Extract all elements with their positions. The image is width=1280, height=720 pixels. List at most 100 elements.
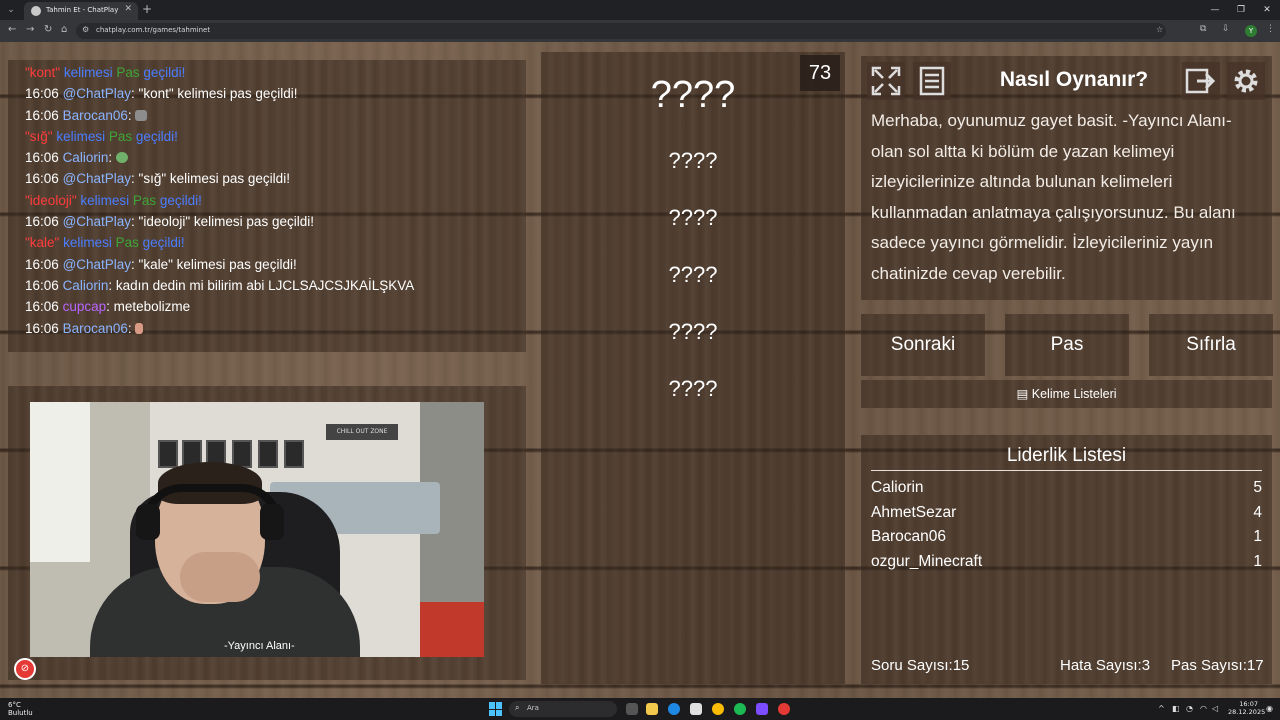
new-tab-icon[interactable]: + [142,2,152,16]
tab-close-icon[interactable]: ✕ [124,4,132,14]
chat-text: : kadın dedin mi bilirim abi LJCLSAJCSJK… [108,277,415,293]
player-score: 4 [1253,504,1262,521]
fullscreen-icon[interactable] [867,62,905,100]
settings-gear-icon[interactable] [1227,62,1265,100]
kelimesi-text: kelimesi [59,235,116,251]
site-info-icon[interactable]: ⚙ [82,25,89,34]
back-icon[interactable]: ← [8,24,16,35]
word-lists-button[interactable]: ▤ Kelime Listeleri [861,380,1272,408]
game-page: "kont" kelimesi Pas geçildi! 16:06 @Chat… [0,42,1280,698]
taskbar-search-placeholder: Ara [527,704,539,712]
question-count: Soru Sayısı:15 [871,657,969,674]
kelimesi-text: kelimesi [52,128,109,144]
url-text: chatplay.com.tr/games/tahminet [96,26,211,34]
emote-icon [115,152,128,164]
exit-icon[interactable] [1182,62,1220,100]
reset-button[interactable]: Sıfırla [1149,314,1273,376]
chrome-icon[interactable] [712,703,724,715]
pass-count: Pas Sayısı:17 [1171,657,1264,674]
record-icon[interactable]: ⊘ [14,658,36,680]
poster [284,440,304,468]
chat-line: "ideoloji" kelimesi Pas geçildi! [25,190,520,211]
weather-text: Bulutlu [8,709,33,717]
leaderboard-row: Caliorin 5 [871,479,1262,503]
taskbar-clock[interactable]: 16:07 28.12.2025 [1228,700,1265,716]
word-lists-label: Kelime Listeleri [1031,387,1117,401]
tray-app-icon[interactable]: ◧ [1172,704,1180,713]
notification-icon[interactable]: ◉ [1266,704,1273,713]
edge-icon[interactable] [668,703,680,715]
words-panel: 73 ???? ???? ???? ???? ???? ???? [541,52,845,684]
chat-username: @ChatPlay [62,171,132,187]
windows-taskbar: 6°C Bulutlu ⌕ Ara ^ ◧ ◔ ◠ ◁ 16:07 28.12.… [0,698,1280,720]
wifi-icon[interactable]: ◠ [1200,704,1207,713]
task-view-icon[interactable] [626,703,638,715]
chat-username: Barocan06 [62,320,128,336]
profile-avatar[interactable]: Y [1245,25,1257,37]
pass-button[interactable]: Pas [1005,314,1129,376]
chat-line: 16:06 @ChatPlay: "kale" kelimesi pas geç… [25,254,520,275]
question-count-label: Soru Sayısı: [871,657,953,674]
weather-widget[interactable]: 6°C Bulutlu [8,701,33,717]
pass-count-value: 17 [1246,657,1264,674]
leaderboard-row: Barocan06 1 [871,528,1262,552]
main-word: ???? [650,74,736,116]
close-window-icon[interactable]: ✕ [1254,0,1280,20]
next-button[interactable]: Sonraki [861,314,985,376]
chat-username: Caliorin [62,150,109,166]
headphone-ear [136,504,160,540]
pas-text: Pas [116,65,140,80]
chat-username: Caliorin [62,277,109,293]
bookmark-star-icon[interactable]: ☆ [1156,25,1163,34]
browser-tab[interactable]: Tahmin Et - ChatPlay ✕ [24,2,138,20]
minimize-icon[interactable]: — [1202,0,1228,20]
address-bar[interactable]: ⚙ chatplay.com.tr/games/tahminet ☆ [76,23,1166,39]
passed-word: "ideoloji" [25,192,77,208]
taskbar-search[interactable]: ⌕ Ara [509,701,617,717]
maximize-icon[interactable]: ❐ [1228,0,1254,20]
error-count: Hata Sayısı:3 [1060,657,1150,674]
kelimesi-text: kelimesi [60,65,117,80]
windows-start-icon[interactable] [489,702,503,716]
player-name: AhmetSezar [871,504,957,521]
cam-door [30,402,90,562]
network-icon[interactable]: ◔ [1186,704,1193,713]
file-explorer-icon[interactable] [646,703,658,715]
discord-icon[interactable] [756,703,768,715]
store-icon[interactable] [690,703,702,715]
forward-icon[interactable]: → [26,24,34,35]
kelimesi-text: kelimesi [76,192,133,208]
emote-icon [135,322,144,334]
headphone-ear [260,504,284,540]
gecildi-text: geçildi! [156,192,202,208]
chat-line: 16:06 cupcap: metebolizme [25,296,520,317]
chat-text: : "sığ" kelimesi pas geçildi! [131,171,290,187]
poster [158,440,178,468]
home-icon[interactable]: ⌂ [61,24,67,35]
downloads-icon[interactable]: ⇩ [1222,24,1230,34]
chat-messages: "kont" kelimesi Pas geçildi! 16:06 @Chat… [25,62,520,339]
reload-icon[interactable]: ↻ [44,24,52,35]
app-icon[interactable] [778,703,790,715]
chat-line: "kont" kelimesi Pas geçildi! [25,62,520,83]
gecildi-text: geçildi! [139,65,186,80]
chat-text: : "kale" kelimesi pas geçildi! [131,256,297,272]
tray-chevron-icon[interactable]: ^ [1158,704,1165,713]
forbidden-word: ???? [668,148,718,173]
extensions-icon[interactable]: ⧉ [1200,24,1206,34]
player-score: 1 [1253,553,1262,570]
chat-time: 16:06 [25,86,59,102]
chat-text: : "ideoloji" kelimesi pas geçildi! [131,214,314,230]
webcam-feed: CHILL OUT ZONE [30,402,484,657]
chill-out-sign: CHILL OUT ZONE [326,424,398,440]
spotify-icon[interactable] [734,703,746,715]
document-icon[interactable] [913,62,951,100]
tab-search-icon[interactable]: ⌄ [4,3,18,17]
volume-icon[interactable]: ◁ [1212,704,1218,713]
clock-time: 16:07 [1239,700,1258,708]
player-name: ozgur_Minecraft [871,553,983,570]
notepad-icon: ▤ [1016,387,1029,401]
chat-username: @ChatPlay [62,214,132,230]
browser-menu-icon[interactable]: ⋮ [1266,24,1275,34]
chat-time: 16:06 [25,171,59,187]
